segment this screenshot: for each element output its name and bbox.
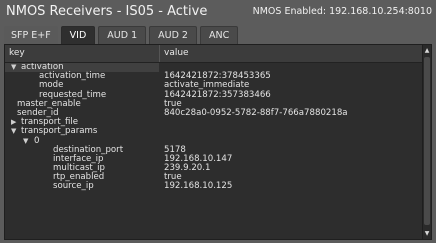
tab-anc[interactable]: ANC xyxy=(199,26,239,44)
key-value-tree: key value ▼ activation activation_time 1… xyxy=(4,44,432,240)
tree-row-transport-params[interactable]: ▼ transport_params xyxy=(5,127,423,136)
expanded-arrow-icon[interactable]: ▼ xyxy=(23,137,28,146)
row-value: 840c28a0-0952-5782-88f7-766a7880218a xyxy=(164,107,348,118)
nmos-status-text: NMOS Enabled: 192.168.10.254:8010 xyxy=(252,6,432,17)
tab-aud-1[interactable]: AUD 1 xyxy=(98,26,147,44)
scroll-down-icon[interactable]: ▼ xyxy=(423,229,431,238)
scroll-thumb[interactable] xyxy=(424,57,430,225)
column-header-value[interactable]: value xyxy=(164,48,189,58)
nmos-receivers-window: NMOS Receivers - IS05 - Active NMOS Enab… xyxy=(0,0,436,243)
table-header: key value xyxy=(5,45,423,63)
vertical-scrollbar[interactable]: ▲ ▼ xyxy=(422,45,431,239)
scroll-up-icon[interactable]: ▲ xyxy=(423,46,431,55)
tab-aud-2[interactable]: AUD 2 xyxy=(149,26,197,44)
tab-bar: SFP E+F VID AUD 1 AUD 2 ANC xyxy=(4,26,241,44)
title-bar: NMOS Receivers - IS05 - Active NMOS Enab… xyxy=(0,0,436,26)
expanded-arrow-icon[interactable]: ▼ xyxy=(11,127,16,136)
row-key: 0 xyxy=(34,135,40,146)
expanded-arrow-icon[interactable]: ▼ xyxy=(11,63,16,72)
tree-rows: ▼ activation activation_time 1642421872:… xyxy=(5,63,423,239)
row-value: 192.168.10.125 xyxy=(164,181,233,192)
column-divider[interactable] xyxy=(159,45,160,62)
tree-row-source-ip[interactable]: source_ip 192.168.10.125 xyxy=(5,182,423,191)
collapsed-arrow-icon[interactable]: ▶ xyxy=(11,118,16,127)
row-key: transport_params xyxy=(21,126,98,137)
tab-sfp-ef[interactable]: SFP E+F xyxy=(4,26,58,44)
column-header-key[interactable]: key xyxy=(9,48,25,58)
row-key: source_ip xyxy=(53,181,94,192)
tab-vid[interactable]: VID xyxy=(60,26,96,44)
page-title: NMOS Receivers - IS05 - Active xyxy=(6,4,208,19)
